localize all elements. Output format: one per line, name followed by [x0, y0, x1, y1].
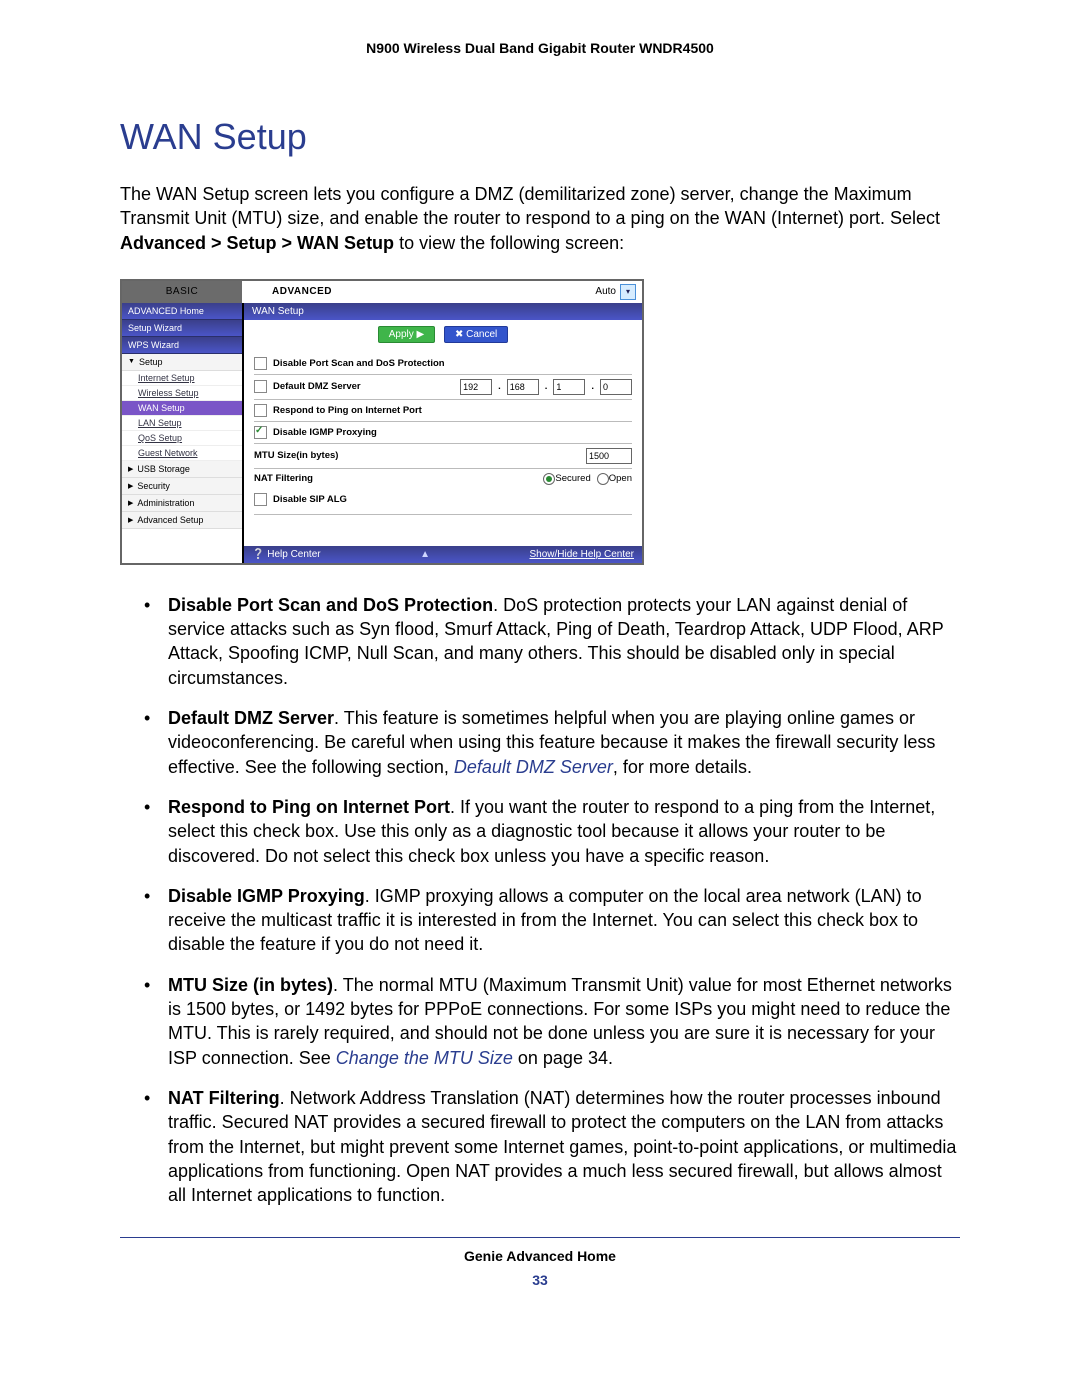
b2-link[interactable]: Default DMZ Server	[454, 757, 613, 777]
radio-nat-open[interactable]	[597, 473, 609, 485]
bullet-list: Disable Port Scan and DoS Protection. Do…	[120, 593, 960, 1208]
label-default-dmz: Default DMZ Server	[273, 381, 454, 392]
checkbox-respond-ping[interactable]	[254, 404, 267, 417]
dmz-ip-3[interactable]	[553, 379, 585, 395]
b4-head: Disable IGMP Proxying	[168, 886, 365, 906]
bullet-disable-igmp: Disable IGMP Proxying. IGMP proxying all…	[144, 884, 960, 957]
nav-section-setup-label: Setup	[139, 357, 163, 367]
tab-advanced[interactable]: ADVANCED	[242, 281, 362, 303]
row-disable-igmp: Disable IGMP Proxying	[254, 421, 632, 443]
nav-setup-wizard[interactable]: Setup Wizard	[122, 320, 242, 337]
screenshot-body: ADVANCED Home Setup Wizard WPS Wizard Se…	[122, 303, 642, 563]
help-toggle-link[interactable]: Show/Hide Help Center	[530, 549, 635, 560]
checkbox-disable-portscan[interactable]	[254, 357, 267, 370]
nav-qos-setup[interactable]: QoS Setup	[122, 431, 242, 446]
dmz-ip-4[interactable]	[600, 379, 632, 395]
dmz-ip-2[interactable]	[507, 379, 539, 395]
action-bar: Apply ▶ ✖ Cancel	[244, 320, 642, 353]
panel-header: WAN Setup	[244, 303, 642, 320]
help-bar: ❔ Help Center ▲ Show/Hide Help Center	[244, 546, 642, 563]
router-screenshot: BASIC ADVANCED Auto ▾ ADVANCED Home Setu…	[120, 279, 644, 565]
tab-spacer	[362, 281, 595, 303]
row-respond-ping: Respond to Ping on Internet Port	[254, 399, 632, 421]
cancel-button[interactable]: ✖ Cancel	[444, 326, 508, 343]
intro-text-c: to view the following screen:	[394, 233, 624, 253]
bullet-mtu: MTU Size (in bytes). The normal MTU (Max…	[144, 973, 960, 1070]
nav-section-admin[interactable]: Administration	[122, 495, 242, 512]
auto-refresh: Auto ▾	[595, 281, 642, 303]
nav-section-security[interactable]: Security	[122, 478, 242, 495]
help-center-button[interactable]: ❔ Help Center	[252, 549, 321, 560]
row-mtu: MTU Size(in bytes)	[254, 443, 632, 468]
b5-link[interactable]: Change the MTU Size	[336, 1048, 513, 1068]
radio-nat-secured[interactable]	[543, 473, 555, 485]
nav-usb-label: USB Storage	[137, 464, 190, 474]
nav-section-setup[interactable]: Setup	[122, 354, 242, 371]
main-panel: WAN Setup Apply ▶ ✖ Cancel Disable Port …	[242, 303, 642, 563]
b3-head: Respond to Ping on Internet Port	[168, 797, 450, 817]
sidebar: ADVANCED Home Setup Wizard WPS Wizard Se…	[122, 303, 242, 563]
footer: Genie Advanced Home 33	[120, 1248, 960, 1288]
document-page: N900 Wireless Dual Band Gigabit Router W…	[0, 0, 1080, 1397]
row-nat: NAT Filtering Secured Open Disable SIP A…	[254, 468, 632, 514]
b5-body2: on page 34.	[513, 1048, 613, 1068]
checkbox-disable-igmp[interactable]	[254, 426, 267, 439]
b6-body: . Network Address Translation (NAT) dete…	[168, 1088, 956, 1205]
label-disable-portscan: Disable Port Scan and DoS Protection	[273, 358, 632, 369]
nav-section-adv-setup[interactable]: Advanced Setup	[122, 512, 242, 529]
b1-head: Disable Port Scan and DoS Protection	[168, 595, 493, 615]
bullet-respond-ping: Respond to Ping on Internet Port. If you…	[144, 795, 960, 868]
tab-basic[interactable]: BASIC	[122, 281, 242, 303]
b6-head: NAT Filtering	[168, 1088, 280, 1108]
nav-security-label: Security	[137, 481, 170, 491]
form: Disable Port Scan and DoS Protection Def…	[244, 353, 642, 546]
label-respond-ping: Respond to Ping on Internet Port	[273, 405, 632, 416]
nav-admin-label: Administration	[137, 498, 194, 508]
nav-advanced-home[interactable]: ADVANCED Home	[122, 303, 242, 320]
mtu-input[interactable]	[586, 448, 632, 464]
nav-section-usb[interactable]: USB Storage	[122, 461, 242, 478]
nav-adv-setup-label: Advanced Setup	[137, 515, 203, 525]
intro-text-a: The WAN Setup screen lets you configure …	[120, 184, 940, 228]
page-title: WAN Setup	[120, 116, 960, 158]
dmz-ip-1[interactable]	[460, 379, 492, 395]
bullet-disable-portscan: Disable Port Scan and DoS Protection. Do…	[144, 593, 960, 690]
label-disable-sip: Disable SIP ALG	[273, 494, 347, 505]
doc-header: N900 Wireless Dual Band Gigabit Router W…	[120, 40, 960, 56]
b5-head: MTU Size (in bytes)	[168, 975, 333, 995]
label-disable-igmp: Disable IGMP Proxying	[273, 427, 632, 438]
b2-head: Default DMZ Server	[168, 708, 334, 728]
footer-section-label: Genie Advanced Home	[120, 1248, 960, 1264]
intro-path: Advanced > Setup > WAN Setup	[120, 233, 394, 253]
auto-label: Auto	[595, 286, 616, 297]
label-mtu: MTU Size(in bytes)	[254, 450, 580, 461]
label-nat-open: Open	[609, 473, 632, 484]
label-nat-secured: Secured	[555, 473, 590, 484]
nav-internet-setup[interactable]: Internet Setup	[122, 371, 242, 386]
help-expand-icon[interactable]: ▲	[321, 549, 530, 560]
row-disable-sip: Disable SIP ALG	[254, 491, 632, 510]
b2-body2: , for more details.	[613, 757, 752, 777]
apply-button[interactable]: Apply ▶	[378, 326, 435, 343]
row-default-dmz: Default DMZ Server . . .	[254, 374, 632, 399]
nav-wan-setup[interactable]: WAN Setup	[122, 401, 242, 416]
tab-strip: BASIC ADVANCED Auto ▾	[122, 281, 642, 303]
label-nat: NAT Filtering	[254, 473, 537, 484]
checkbox-default-dmz[interactable]	[254, 380, 267, 393]
auto-dropdown-icon[interactable]: ▾	[620, 284, 636, 300]
bullet-default-dmz: Default DMZ Server. This feature is some…	[144, 706, 960, 779]
nav-lan-setup[interactable]: LAN Setup	[122, 416, 242, 431]
bullet-nat: NAT Filtering. Network Address Translati…	[144, 1086, 960, 1207]
intro-paragraph: The WAN Setup screen lets you configure …	[120, 182, 960, 255]
checkbox-disable-sip[interactable]	[254, 493, 267, 506]
nav-wps-wizard[interactable]: WPS Wizard	[122, 337, 242, 354]
footer-rule	[120, 1237, 960, 1238]
nav-guest-network[interactable]: Guest Network	[122, 446, 242, 461]
row-disable-portscan: Disable Port Scan and DoS Protection	[254, 353, 632, 374]
footer-page-number: 33	[120, 1272, 960, 1288]
nav-wireless-setup[interactable]: Wireless Setup	[122, 386, 242, 401]
